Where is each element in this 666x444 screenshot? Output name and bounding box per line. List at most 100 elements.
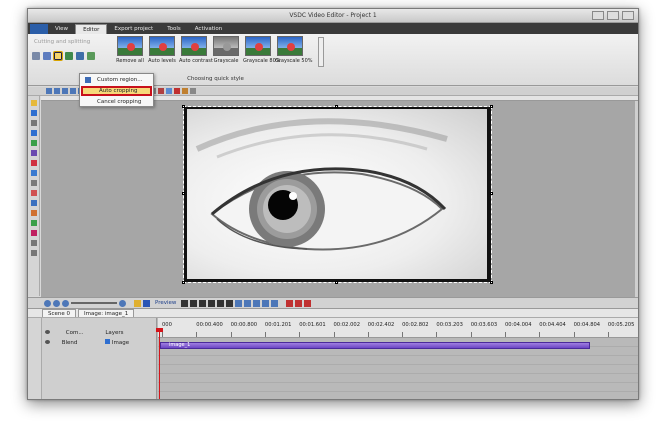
effect-grayscale-50[interactable]: Grayscale 50%	[275, 36, 313, 64]
track-header-row: Com... Layers	[42, 329, 156, 338]
stop-icon[interactable]	[181, 299, 189, 307]
audio-wave-icon[interactable]	[271, 299, 279, 307]
timeline-tick-label: 00:01.601	[299, 322, 326, 328]
rotate-icon[interactable]	[65, 52, 73, 60]
unlink-icon[interactable]	[295, 299, 303, 307]
gallery-scroll-buttons[interactable]	[318, 37, 324, 67]
effect-grayscale[interactable]: Grayscale	[211, 36, 241, 64]
resize-handle[interactable]	[182, 192, 185, 195]
cutting-group: Cutting and splitting	[30, 37, 115, 75]
playhead[interactable]	[159, 330, 160, 399]
resize-handle[interactable]	[335, 105, 338, 108]
blend-mode-label[interactable]: Blend	[62, 340, 78, 346]
color-icon[interactable]	[182, 88, 188, 94]
resize-handle[interactable]	[182, 281, 185, 284]
free-shape-icon[interactable]	[31, 150, 37, 156]
zoom-plus-icon[interactable]	[119, 299, 126, 307]
next-frame-icon[interactable]	[226, 299, 234, 307]
image-clip[interactable]: image_1	[160, 342, 590, 349]
rewind-icon[interactable]	[199, 299, 207, 307]
align-center-icon[interactable]	[54, 88, 60, 94]
music-icon[interactable]	[31, 230, 37, 236]
resize-handle[interactable]	[490, 105, 493, 108]
tab-file-menu[interactable]	[30, 24, 48, 34]
timeline-tick-label: 00:01.201	[264, 322, 292, 328]
scene-canvas[interactable]	[41, 96, 638, 297]
play-icon[interactable]	[143, 299, 150, 307]
timeline-tracks[interactable]: image_1	[158, 338, 638, 399]
zoom-fit-icon[interactable]	[62, 299, 69, 307]
tab-activation[interactable]: Activation	[188, 24, 230, 34]
pointer-icon[interactable]	[31, 100, 37, 106]
visibility-icon[interactable]	[45, 340, 50, 344]
timeline-ruler[interactable]: 000 00:00.400 00:00.800 00:01.201 00:01.601 0…	[158, 318, 638, 338]
canvas-scrollbar[interactable]	[635, 101, 638, 297]
maximize-button[interactable]	[607, 11, 619, 20]
marker-icon[interactable]	[235, 299, 243, 307]
align-right-icon[interactable]	[62, 88, 68, 94]
eye-icon[interactable]	[45, 330, 50, 334]
minimize-button[interactable]	[592, 11, 604, 20]
zoom-in-icon[interactable]	[44, 299, 51, 307]
resize-handle[interactable]	[490, 281, 493, 284]
align-left-icon[interactable]	[46, 88, 52, 94]
snap-icon[interactable]	[158, 88, 164, 94]
snapshot-icon[interactable]	[262, 299, 270, 307]
split-icon[interactable]	[43, 52, 51, 60]
preview-button[interactable]: Preview	[152, 300, 179, 306]
image-object[interactable]	[182, 105, 493, 284]
more-tools-icon[interactable]	[31, 250, 37, 256]
image-icon[interactable]	[31, 160, 37, 166]
audio-icon[interactable]	[31, 180, 37, 186]
crop-tools	[32, 51, 95, 61]
tab-view[interactable]: View	[48, 24, 75, 34]
zoom-out-icon[interactable]	[53, 299, 60, 307]
prev-frame-icon[interactable]	[190, 299, 198, 307]
tab-export-project[interactable]: Export project	[107, 24, 160, 34]
resize-handle[interactable]	[182, 105, 185, 108]
rectangle-icon[interactable]	[31, 130, 37, 136]
effect-auto-levels[interactable]: Auto levels	[147, 36, 177, 64]
text-icon[interactable]	[31, 110, 37, 116]
crop-icon[interactable]	[53, 51, 63, 61]
scissors-icon[interactable]	[32, 52, 40, 60]
layers-icon[interactable]	[31, 240, 37, 246]
forward-icon[interactable]	[217, 299, 225, 307]
menu-item-auto-cropping[interactable]: Auto cropping	[81, 86, 152, 96]
effect-grayscale-80[interactable]: Grayscale 80%	[243, 36, 281, 64]
tab-tools[interactable]: Tools	[160, 24, 188, 34]
zoom-slider[interactable]	[71, 302, 117, 304]
delete-clip-icon[interactable]	[286, 299, 294, 307]
resize-handle[interactable]	[335, 281, 338, 284]
effects-icon[interactable]	[31, 220, 37, 226]
tab-scene-0[interactable]: Scene 0	[42, 309, 77, 317]
align-top-icon[interactable]	[70, 88, 76, 94]
menu-item-cancel-cropping[interactable]: Cancel cropping	[81, 97, 152, 107]
selection-border	[183, 106, 492, 283]
rotate-right-icon[interactable]	[76, 52, 84, 60]
menu-item-custom-region[interactable]: Custom region...	[81, 75, 152, 85]
sprite-icon[interactable]	[31, 210, 37, 216]
flip-icon[interactable]	[87, 52, 95, 60]
line-icon[interactable]	[31, 120, 37, 126]
tab-editor[interactable]: Editor	[75, 24, 108, 34]
cut-clip-icon[interactable]	[253, 299, 261, 307]
chart-icon[interactable]	[31, 190, 37, 196]
timeline-tick	[505, 332, 506, 337]
ellipse-icon[interactable]	[31, 140, 37, 146]
subtitle-icon[interactable]	[31, 200, 37, 206]
record-icon[interactable]	[174, 88, 180, 94]
resize-handle[interactable]	[490, 192, 493, 195]
video-icon[interactable]	[31, 170, 37, 176]
effect-remove-all[interactable]: Remove all	[115, 36, 145, 64]
screen-icon[interactable]	[166, 88, 172, 94]
effect-auto-contrast[interactable]: Auto contrast	[179, 36, 213, 64]
lock-icon[interactable]	[304, 299, 312, 307]
close-button[interactable]	[622, 11, 634, 20]
split-clip-icon[interactable]	[244, 299, 252, 307]
settings-icon[interactable]	[190, 88, 196, 94]
tab-image-1[interactable]: Image: image_1	[78, 309, 135, 317]
pause-icon[interactable]	[208, 299, 216, 307]
loop-icon[interactable]	[134, 299, 141, 307]
image-track-row[interactable]: Blend Image	[42, 339, 156, 348]
